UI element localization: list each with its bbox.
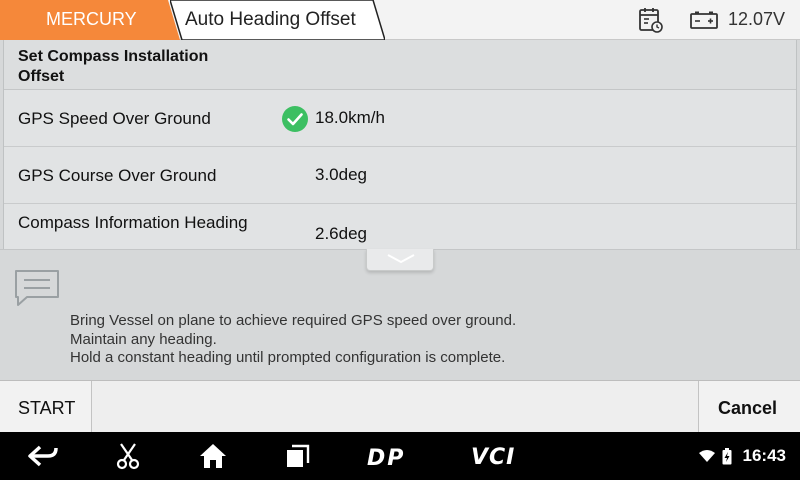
table-row-compass-heading: Compass Information Heading 2.6deg	[4, 204, 796, 249]
scissors-icon[interactable]	[114, 442, 142, 470]
row-value: 2.6deg	[315, 224, 367, 243]
row-value: 3.0deg	[315, 165, 367, 184]
car-battery-icon	[690, 11, 718, 29]
dp-icon[interactable]: DP	[366, 444, 414, 468]
cancel-button-label: Cancel	[718, 398, 778, 418]
row-label: Compass Information Heading	[18, 213, 248, 232]
data-panel: Set Compass Installation Offset GPS Spee…	[3, 40, 797, 249]
tab-title-label: Auto Heading Offset	[185, 9, 356, 30]
row-label: GPS Speed Over Ground	[18, 109, 211, 128]
panel-title: Set Compass Installation Offset	[18, 48, 209, 85]
panel-header: Set Compass Installation Offset	[4, 40, 796, 90]
tab-brand-label: MERCURY	[46, 9, 137, 29]
expand-panel-button[interactable]	[366, 249, 434, 271]
message-line: Bring Vessel on plane to achieve require…	[70, 312, 517, 329]
check-circle-icon	[282, 106, 308, 132]
vci-icon[interactable]: VCI	[470, 442, 530, 468]
row-label: GPS Course Over Ground	[18, 166, 217, 185]
dp-label: DP	[367, 446, 405, 468]
wifi-icon	[699, 450, 715, 462]
chevron-down-icon	[387, 254, 415, 264]
home-icon[interactable]	[198, 442, 228, 470]
table-row-gps-course: GPS Course Over Ground 3.0deg	[4, 147, 796, 204]
tab-brand[interactable]: MERCURY	[0, 0, 180, 40]
message-bubble-icon	[15, 270, 59, 306]
recent-apps-icon[interactable]	[284, 443, 312, 469]
vci-label: VCI	[471, 445, 515, 468]
top-bar: MERCURY Auto Heading Offset 12.07V	[0, 0, 800, 40]
system-nav-bar: DP VCI 16:43	[0, 432, 800, 480]
table-row-gps-speed: GPS Speed Over Ground 18.0km/h	[4, 90, 796, 147]
battery-charging-icon	[722, 448, 732, 465]
cancel-button[interactable]: Cancel	[698, 381, 800, 433]
clock: 16:43	[742, 446, 786, 465]
row-value: 18.0km/h	[315, 108, 385, 127]
battery-voltage: 12.07V	[728, 9, 786, 29]
back-icon[interactable]	[26, 444, 60, 468]
start-button[interactable]: START	[0, 381, 92, 433]
message-line: Hold a constant heading until prompted c…	[70, 349, 506, 366]
message-line: Maintain any heading.	[70, 331, 217, 348]
start-button-label: START	[18, 398, 76, 418]
calendar-clock-icon[interactable]	[637, 6, 665, 34]
action-button-bar: START Cancel	[0, 380, 800, 433]
tab-auto-heading-offset[interactable]: Auto Heading Offset	[170, 0, 385, 40]
